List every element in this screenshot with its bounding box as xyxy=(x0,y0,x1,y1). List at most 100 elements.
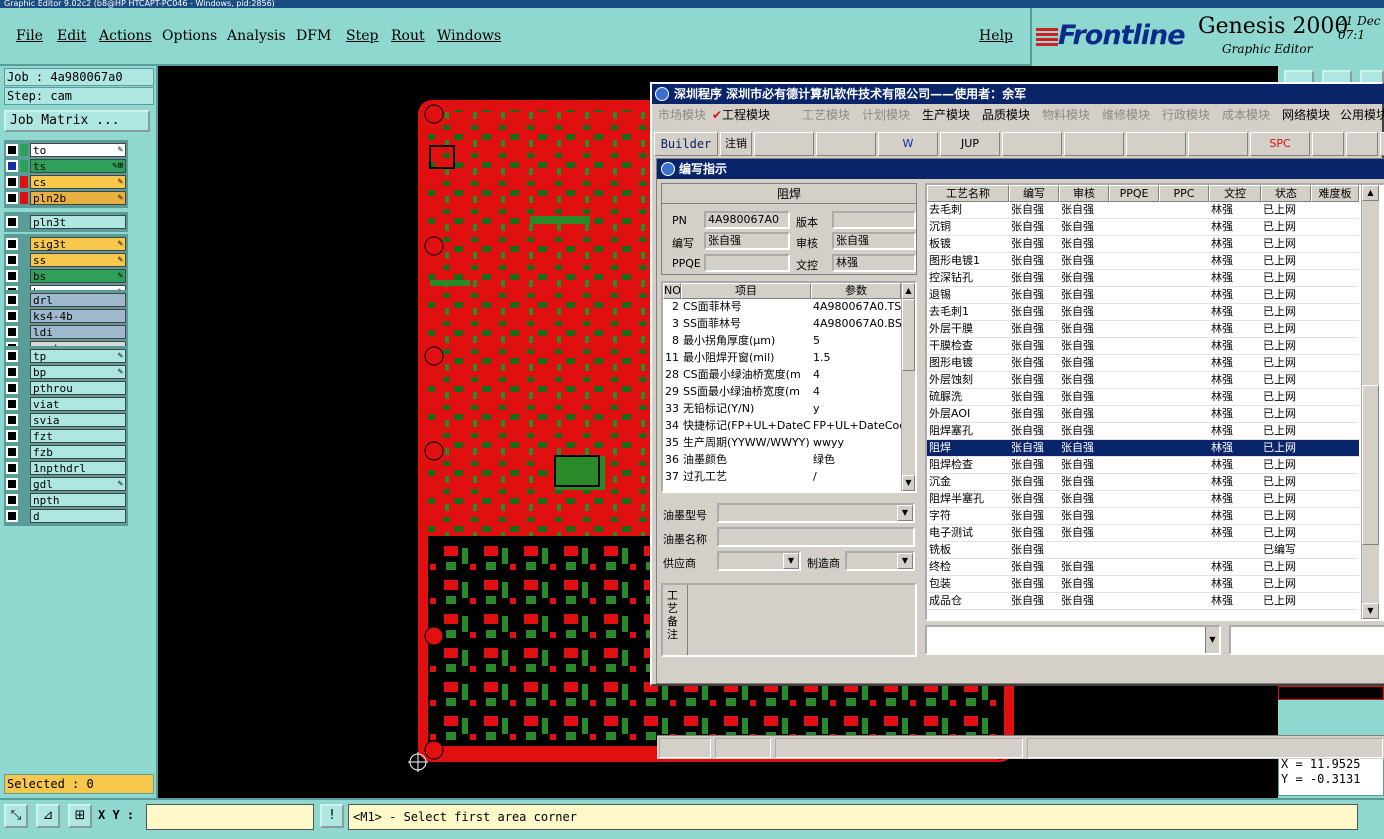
module-2[interactable]: 工艺模块 xyxy=(802,104,850,126)
process-col-6[interactable]: 状态 xyxy=(1261,185,1311,202)
layer-row-npth[interactable]: npth xyxy=(6,492,126,508)
ppt-icon[interactable] xyxy=(754,132,814,156)
param-row[interactable]: 11 最小阻焊开窗(mil) 1.5 xyxy=(663,350,901,367)
process-bottom-field[interactable] xyxy=(1229,625,1384,655)
excel-icon[interactable] xyxy=(816,132,876,156)
col-no[interactable]: NO xyxy=(663,283,681,299)
param-row[interactable]: 34 快捷标记(FP+UL+DateCoFP+UL+DateCode xyxy=(663,418,901,435)
process-col-4[interactable]: PPC xyxy=(1159,185,1209,202)
ink-model-select[interactable]: ▼ xyxy=(717,503,915,523)
process-row[interactable]: 铣板 张自强 已编写 xyxy=(927,542,1359,559)
layer-name[interactable]: pln2b ✎ xyxy=(30,191,126,205)
logout-button[interactable]: 注销 xyxy=(720,132,752,156)
process-row[interactable]: 包装 张自强 张自强 林强 已上网 xyxy=(927,576,1359,593)
param-scrollbar[interactable]: ▲ ▼ xyxy=(901,283,915,491)
writer-field[interactable]: 张自强 xyxy=(704,232,790,250)
col-param[interactable]: 参数 xyxy=(811,283,901,299)
layer-row-fzb[interactable]: fzb xyxy=(6,444,126,460)
spc-button[interactable]: SPC xyxy=(1250,132,1310,156)
layer-row-ks4-4b[interactable]: ks4-4b xyxy=(6,308,126,324)
layer-checkbox[interactable] xyxy=(6,430,18,442)
layer-name[interactable]: ts ✎⊞ xyxy=(30,159,126,173)
review-field[interactable]: 张自强 xyxy=(832,232,916,250)
process-row[interactable]: 电子测试 张自强 张自强 林强 已上网 xyxy=(927,525,1359,542)
view-icon[interactable] xyxy=(1002,132,1062,156)
layer-row-cs[interactable]: cs ✎ xyxy=(6,174,126,190)
layer-row-1npthdrl[interactable]: 1npthdrl xyxy=(6,460,126,476)
layer-name[interactable]: bp ✎ xyxy=(30,365,126,379)
layer-name[interactable]: gdl ✎ xyxy=(30,477,126,491)
layer-name[interactable]: sig3t ✎ xyxy=(30,237,126,251)
pn-field[interactable]: 4A980067A0 xyxy=(704,211,790,229)
layer-checkbox[interactable] xyxy=(6,350,18,362)
doc-icon[interactable] xyxy=(1380,132,1384,156)
process-row[interactable]: 外层蚀刻 张自强 张自强 林强 已上网 xyxy=(927,372,1359,389)
globe-icon[interactable] xyxy=(1346,132,1378,156)
layer-checkbox[interactable] xyxy=(6,478,18,490)
param-row[interactable]: 35 生产周期(YYWW/WWYY) wwyy xyxy=(663,435,901,452)
process-row[interactable]: 阻焊半塞孔 张自强 张自强 林强 已上网 xyxy=(927,491,1359,508)
layer-row-pln3t[interactable]: pln3t xyxy=(6,214,126,230)
param-row[interactable]: 29 SS面最小绿油桥宽度(m 4 xyxy=(663,384,901,401)
param-row[interactable]: 3 SS面菲林号 4A980067A0.BS xyxy=(663,316,901,333)
layer-checkbox[interactable] xyxy=(6,494,18,506)
module-6[interactable]: 物料模块 xyxy=(1042,104,1090,126)
menu-actions[interactable]: Actions xyxy=(99,28,152,44)
doc-control-field[interactable]: 林强 xyxy=(832,254,916,272)
layer-name[interactable]: fzt xyxy=(30,429,126,443)
layer-checkbox[interactable] xyxy=(6,176,18,188)
layer-checkbox[interactable] xyxy=(6,310,18,322)
layer-checkbox[interactable] xyxy=(6,160,18,172)
maker-select[interactable]: ▼ xyxy=(845,551,915,571)
layer-checkbox[interactable] xyxy=(6,192,18,204)
process-row[interactable]: 板镀 张自强 张自强 林强 已上网 xyxy=(927,236,1359,253)
process-row[interactable]: 阻焊 张自强 张自强 林强 已上网 xyxy=(927,440,1359,457)
layer-checkbox[interactable] xyxy=(6,144,18,156)
process-row[interactable]: 沉铜 张自强 张自强 林强 已上网 xyxy=(927,219,1359,236)
tools-icon[interactable] xyxy=(1126,132,1186,156)
menu-windows[interactable]: Windows xyxy=(437,28,501,44)
process-col-1[interactable]: 编写 xyxy=(1009,185,1059,202)
layer-row-sig3t[interactable]: sig3t ✎ xyxy=(6,236,126,252)
supplier-select[interactable]: ▼ xyxy=(717,551,801,571)
mini-map[interactable] xyxy=(1278,686,1384,700)
layer-row-d[interactable]: d xyxy=(6,508,126,524)
photo-icon[interactable] xyxy=(1312,132,1344,156)
builder-button[interactable]: Builder xyxy=(654,132,718,156)
layer-checkbox[interactable] xyxy=(6,216,18,228)
jup-button[interactable]: JUP xyxy=(940,132,1000,156)
process-row[interactable]: 退锡 张自强 张自强 林强 已上网 xyxy=(927,287,1359,304)
layer-name[interactable]: ldi xyxy=(30,325,126,339)
param-row[interactable]: 36 油墨颜色 绿色 xyxy=(663,452,901,469)
layer-row-fzt[interactable]: fzt xyxy=(6,428,126,444)
layer-row-svia[interactable]: svia xyxy=(6,412,126,428)
layer-row-pln2b[interactable]: pln2b ✎ xyxy=(6,190,126,206)
process-row[interactable]: 沉金 张自强 张自强 林强 已上网 xyxy=(927,474,1359,491)
param-row[interactable]: 33 无铅标记(Y/N) y xyxy=(663,401,901,418)
layer-checkbox[interactable] xyxy=(6,398,18,410)
menu-options[interactable]: Options xyxy=(162,28,217,44)
layer-checkbox[interactable] xyxy=(6,446,18,458)
layer-row-viat[interactable]: viat xyxy=(6,396,126,412)
param-row[interactable]: 2 CS面菲林号 4A980067A0.TS xyxy=(663,299,901,316)
process-row[interactable]: 硫脲洗 张自强 张自强 林强 已上网 xyxy=(927,389,1359,406)
layer-checkbox[interactable] xyxy=(6,366,18,378)
menu-rout[interactable]: Rout xyxy=(391,28,425,44)
alert-icon[interactable]: ! xyxy=(320,804,344,828)
layer-name[interactable]: pthrou xyxy=(30,381,126,395)
process-bottom-combo[interactable]: ▼ xyxy=(925,625,1221,655)
layer-checkbox[interactable] xyxy=(6,462,18,474)
layer-name[interactable]: to ✎ xyxy=(30,143,126,157)
layer-checkbox[interactable] xyxy=(6,510,18,522)
process-col-7[interactable]: 难度板 xyxy=(1311,185,1359,202)
process-row[interactable]: 成品仓 张自强 张自强 林强 已上网 xyxy=(927,593,1359,610)
layer-row-ldi[interactable]: ldi xyxy=(6,324,126,340)
process-row[interactable]: 去毛刺 张自强 张自强 林强 已上网 xyxy=(927,202,1359,219)
layer-name[interactable]: pln3t xyxy=(30,215,126,229)
module-7[interactable]: 维修模块 xyxy=(1102,104,1150,126)
module-3[interactable]: 计划模块 xyxy=(862,104,910,126)
param-row[interactable]: 28 CS面最小绿油桥宽度(m 4 xyxy=(663,367,901,384)
layer-checkbox[interactable] xyxy=(6,294,18,306)
param-row[interactable]: 8 最小拐角厚度(μm) 5 xyxy=(663,333,901,350)
layer-name[interactable]: tp ✎ xyxy=(30,349,126,363)
